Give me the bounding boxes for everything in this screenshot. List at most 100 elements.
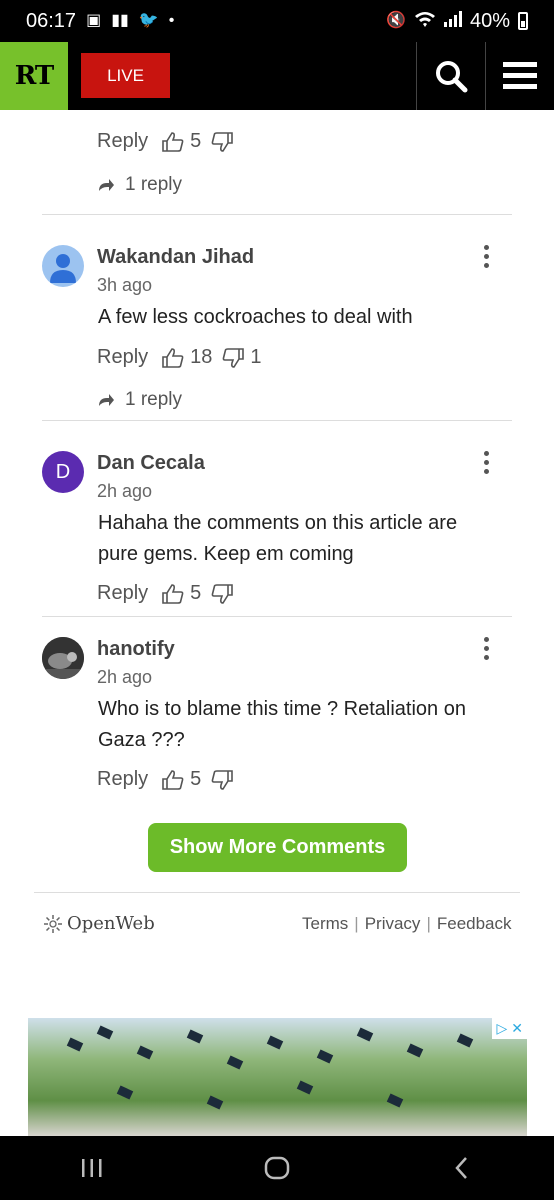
like-button[interactable]: 5 [162, 130, 201, 153]
thumbs-down-icon [211, 769, 234, 790]
search-button[interactable] [416, 42, 485, 110]
graduation-cap-icon [356, 1027, 374, 1042]
graduation-cap-icon [266, 1035, 284, 1050]
menu-button[interactable] [485, 42, 554, 110]
dislike-button[interactable] [211, 583, 234, 604]
comment-text: A few less cockroaches to deal with [98, 306, 413, 328]
like-count: 18 [190, 346, 213, 368]
graduation-cap-icon [296, 1080, 314, 1095]
graduation-cap-icon [136, 1045, 154, 1060]
reply-arrow-icon [99, 394, 114, 406]
like-button[interactable]: 5 [162, 768, 201, 791]
comment-actions: Reply 18 1 [97, 346, 272, 369]
notification-dot-icon: • [168, 12, 175, 29]
reply-button[interactable]: Reply [97, 768, 148, 791]
news-icon: ▮▮ [111, 12, 129, 29]
replies-count-label: 1 reply [125, 389, 183, 410]
live-button[interactable]: LIVE [81, 53, 170, 98]
thumbs-down-icon [211, 583, 234, 604]
user-icon [50, 254, 76, 283]
ad-choices-badge[interactable]: ▷ ✕ [492, 1018, 527, 1039]
comment-timestamp: 3h ago [97, 275, 153, 295]
wifi-icon [414, 10, 436, 32]
dislike-button[interactable] [211, 131, 234, 152]
dislike-count: 1 [250, 346, 262, 368]
rt-logo-text: RT [14, 61, 54, 91]
avatar[interactable] [42, 637, 84, 679]
home-button[interactable] [247, 1136, 307, 1200]
reply-button[interactable]: Reply [97, 130, 148, 153]
status-bar: 06:17 ▣ ▮▮ 🐦 • 🔇 40% [0, 0, 554, 42]
recent-apps-button[interactable] [62, 1136, 122, 1200]
comment-author[interactable]: Wakandan Jihad [97, 246, 254, 269]
feedback-link[interactable]: Feedback [437, 914, 512, 934]
avatar[interactable] [42, 245, 84, 287]
system-nav-bar [0, 1136, 554, 1200]
view-replies-link[interactable]: 1 reply [97, 389, 182, 411]
thumbs-up-icon [162, 131, 184, 152]
openweb-brand: OpenWeb [67, 913, 155, 934]
reply-button[interactable]: Reply [97, 346, 148, 369]
comment-author[interactable]: hanotify [97, 638, 175, 661]
footer-divider [34, 892, 520, 893]
like-button[interactable]: 18 [162, 346, 212, 369]
back-button[interactable] [432, 1136, 492, 1200]
graduation-cap-icon [186, 1029, 204, 1044]
graduation-cap-icon [406, 1043, 424, 1058]
comment-actions: Reply 5 [97, 582, 243, 605]
twitter-icon: 🐦 [138, 12, 159, 29]
comment-divider [42, 616, 512, 617]
ad-close-icon[interactable]: ✕ [511, 1020, 523, 1037]
comment-timestamp: 2h ago [97, 481, 153, 501]
openweb-sun-icon [44, 914, 62, 933]
gallery-icon: ▣ [86, 12, 102, 29]
battery-percent: 40% [469, 9, 510, 32]
comment-menu-button[interactable] [481, 637, 491, 660]
comment-actions: Reply 5 [97, 768, 243, 791]
graduation-cap-icon [226, 1055, 244, 1070]
graduation-cap-icon [456, 1033, 474, 1048]
battery-icon [518, 12, 528, 30]
view-replies-link[interactable]: 1 reply [97, 174, 182, 196]
thumbs-up-icon [162, 769, 184, 790]
graduation-cap-icon [116, 1085, 134, 1100]
like-count: 5 [190, 768, 202, 790]
link-separator: | [426, 914, 431, 933]
reply-arrow-icon [99, 179, 114, 191]
search-icon [436, 61, 468, 93]
footer-links: Terms | Privacy | Feedback [302, 914, 512, 934]
show-more-comments-button[interactable]: Show More Comments [148, 823, 407, 872]
comment-text: Who is to blame this time ? Retaliation … [98, 698, 466, 751]
thumbs-up-icon [162, 583, 184, 604]
graduation-cap-icon [66, 1037, 84, 1052]
advertisement-banner[interactable]: ▷ ✕ [28, 1018, 527, 1136]
comment-text: Hahaha the comments on this article are … [98, 512, 458, 565]
status-time: 06:17 [26, 9, 77, 32]
dislike-button[interactable]: 1 [222, 346, 262, 369]
dislike-button[interactable] [211, 769, 234, 790]
graduation-cap-icon [96, 1025, 114, 1040]
comment-divider [42, 420, 512, 421]
avatar[interactable]: D [42, 451, 84, 493]
adchoices-icon: ▷ [496, 1020, 508, 1036]
reply-button[interactable]: Reply [97, 582, 148, 605]
comment-menu-button[interactable] [481, 451, 491, 474]
comment-author[interactable]: Dan Cecala [97, 452, 205, 475]
graduation-cap-icon [386, 1093, 404, 1108]
openweb-logo[interactable]: OpenWeb [43, 913, 155, 934]
terms-link[interactable]: Terms [302, 914, 348, 934]
graduation-cap-icon [316, 1049, 334, 1064]
replies-count-label: 1 reply [125, 174, 183, 195]
signal-icon [443, 11, 462, 31]
privacy-link[interactable]: Privacy [365, 914, 421, 934]
mute-icon: 🔇 [386, 12, 406, 29]
comment-menu-button[interactable] [481, 245, 491, 268]
profile-photo-icon [42, 637, 84, 679]
like-button[interactable]: 5 [162, 582, 201, 605]
comment-actions: Reply 5 [97, 130, 243, 153]
hamburger-icon [503, 62, 537, 89]
like-count: 5 [190, 582, 202, 604]
comment-divider [42, 214, 512, 215]
rt-logo[interactable]: RT [0, 42, 68, 110]
thumbs-down-icon [222, 347, 245, 368]
